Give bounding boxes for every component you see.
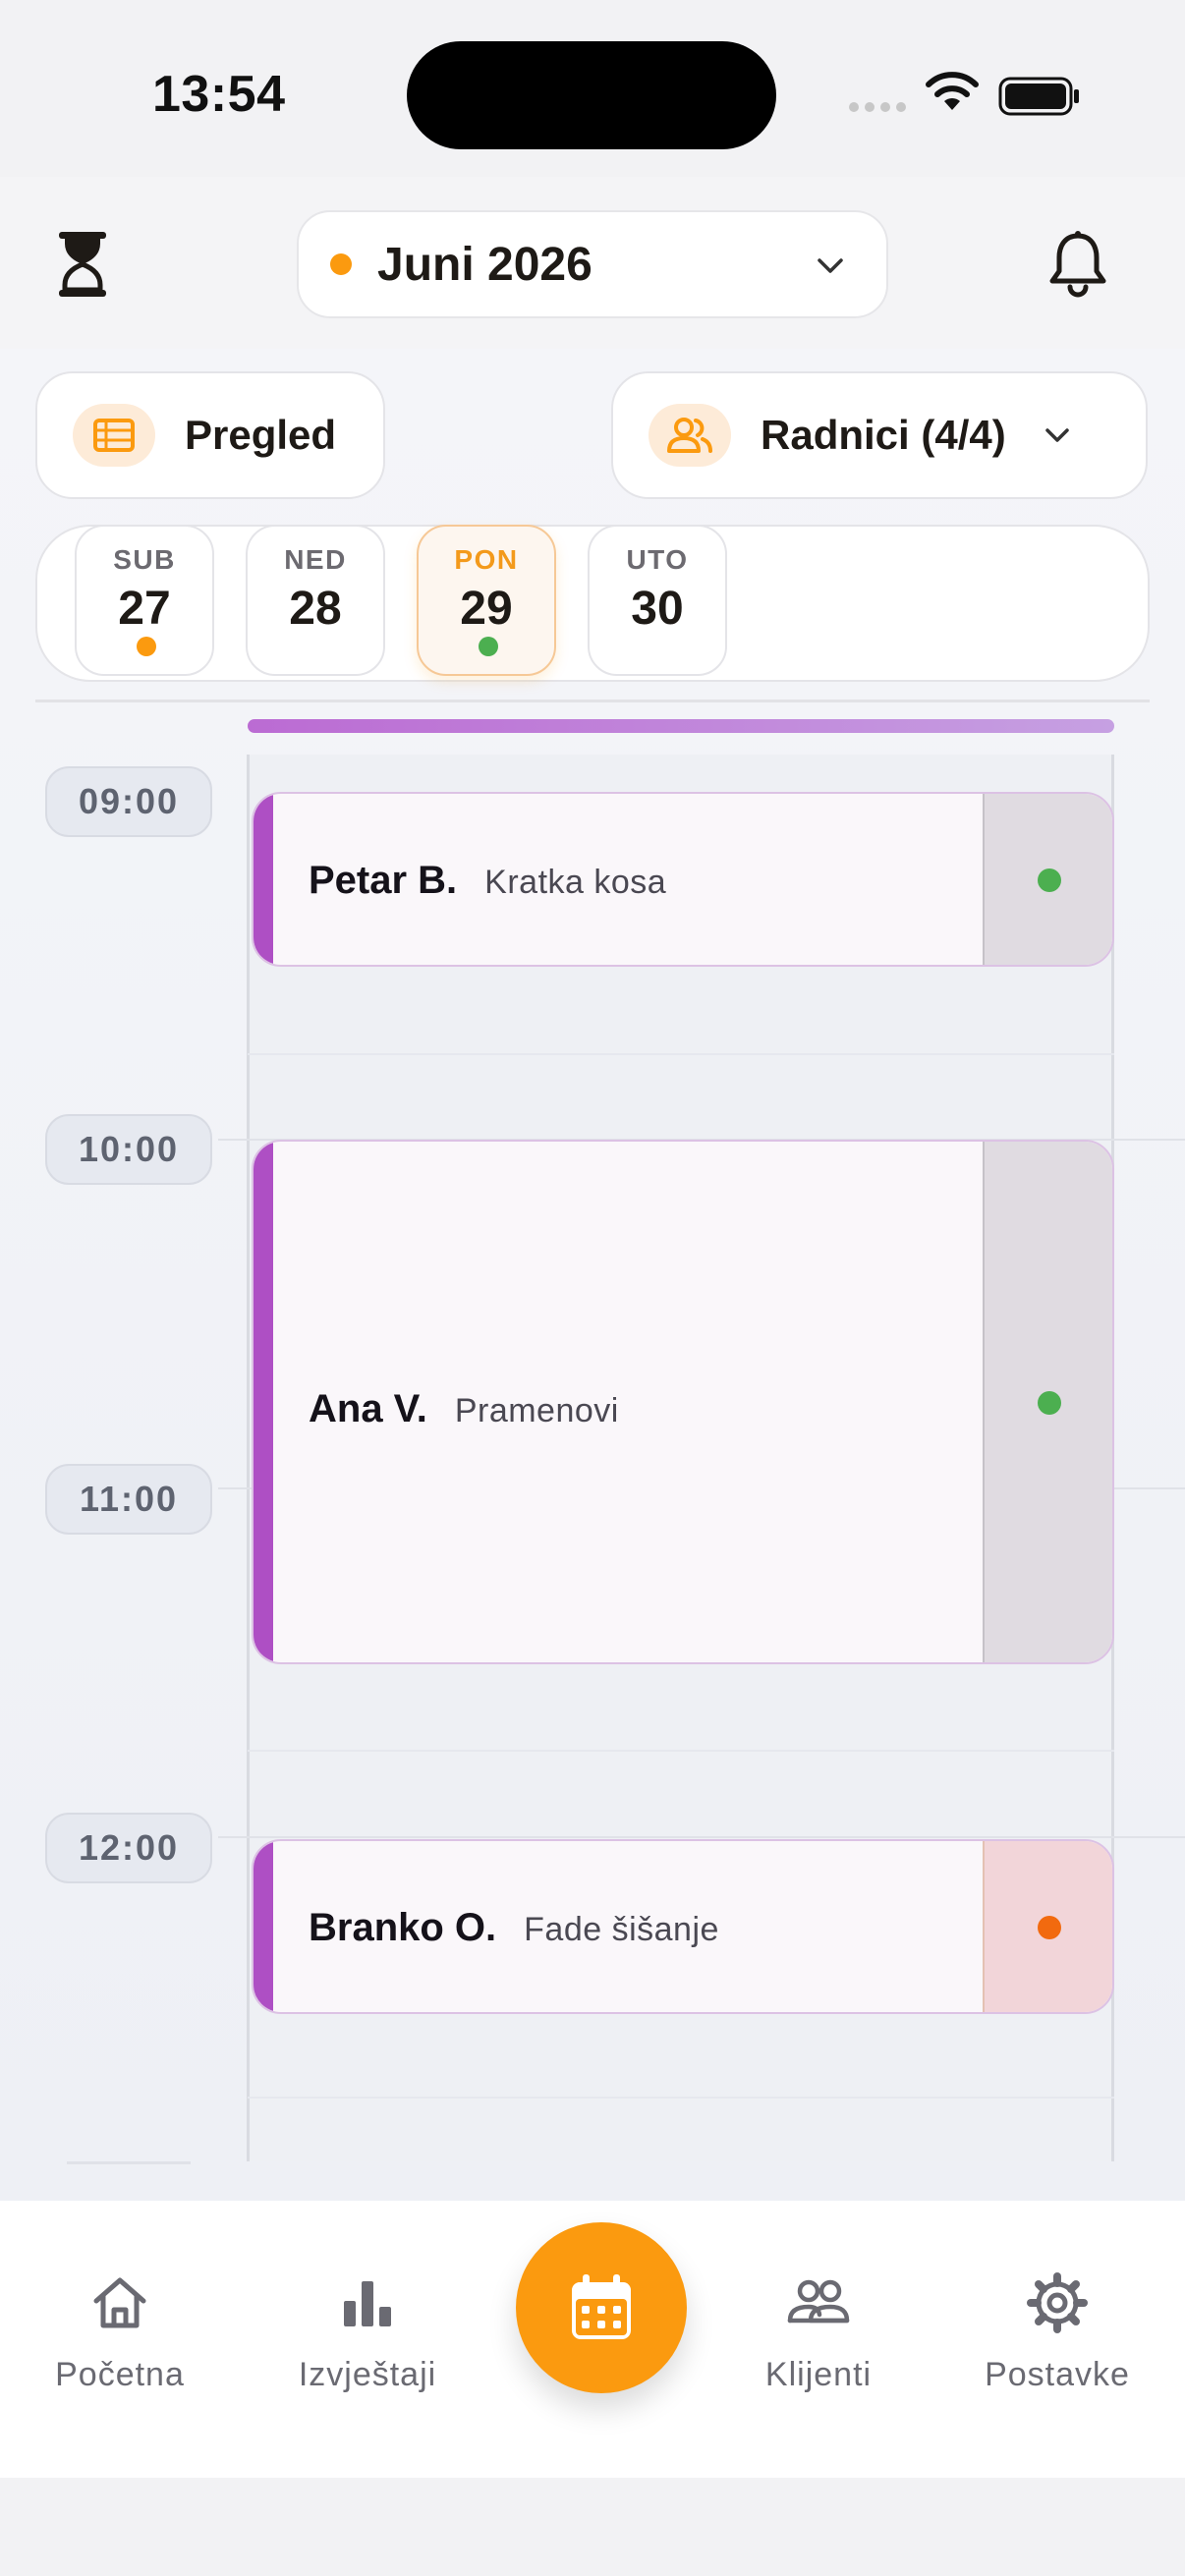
- workers-label: Radnici (4/4): [761, 412, 1006, 458]
- nav-clients-label: Klijenti: [764, 2356, 873, 2393]
- month-label: Juni 2026: [377, 238, 592, 291]
- day-number: 29: [460, 583, 513, 635]
- client-name: Petar B.: [309, 859, 458, 902]
- day-item-uto[interactable]: UTO 30: [588, 525, 727, 676]
- status-dot: [1038, 868, 1061, 892]
- day-of-week: PON: [454, 544, 519, 575]
- hourglass-icon[interactable]: [55, 230, 110, 299]
- hour-label: 12:00: [45, 1813, 212, 1883]
- day-of-week: SUB: [113, 544, 176, 575]
- worker-color-bar: [248, 719, 1114, 733]
- status-dot: [1038, 1916, 1061, 1939]
- nav-settings[interactable]: Postavke: [959, 2271, 1156, 2394]
- client-name: Ana V.: [309, 1387, 427, 1430]
- clients-icon: [787, 2279, 850, 2324]
- day-item-pon[interactable]: PON 29: [417, 525, 556, 676]
- nav-reports-label: Izvještaji: [298, 2356, 437, 2393]
- home-icon: [93, 2277, 146, 2328]
- nav-home[interactable]: Početna: [22, 2271, 218, 2394]
- appointment-card[interactable]: Branko O. Fade šišanje: [252, 1839, 1114, 2014]
- worker-color-stripe: [254, 1841, 273, 2012]
- timeline-left-border: [247, 755, 250, 2161]
- bar-chart-icon: [344, 2281, 391, 2326]
- service-name: Kratka kosa: [484, 864, 667, 901]
- list-icon: [73, 404, 155, 467]
- day-strip: SUB 27 NED 28 PON 29 UTO 30: [35, 525, 1150, 682]
- day-number: 27: [118, 583, 171, 635]
- day-number: 30: [631, 583, 684, 635]
- users-icon: [649, 404, 731, 467]
- calendar-icon: [572, 2274, 631, 2339]
- nav-home-label: Početna: [55, 2356, 185, 2393]
- hour-label: 09:00: [45, 766, 212, 837]
- status-panel[interactable]: [983, 1142, 1112, 1662]
- day-indicator-dot: [479, 637, 498, 656]
- appointment-card[interactable]: Petar B. Kratka kosa: [252, 792, 1114, 967]
- nav-clients[interactable]: Klijenti: [720, 2271, 917, 2394]
- dynamic-island: [407, 41, 776, 149]
- hour-gridline: [67, 2161, 191, 2164]
- worker-color-stripe: [254, 794, 273, 965]
- day-of-week: UTO: [626, 544, 689, 575]
- status-panel[interactable]: [983, 794, 1112, 965]
- month-status-dot: [330, 253, 352, 275]
- home-indicator-area: [0, 2478, 1185, 2576]
- workers-filter[interactable]: Radnici (4/4): [611, 371, 1148, 499]
- status-dot: [1038, 1391, 1061, 1415]
- chevron-down-icon: [1044, 428, 1069, 442]
- cellular-signal-icon: [849, 102, 906, 112]
- appointment-card[interactable]: Ana V. Pramenovi: [252, 1140, 1114, 1664]
- overview-label: Pregled: [185, 412, 337, 458]
- status-time: 13:54: [152, 66, 286, 123]
- day-of-week: NED: [284, 544, 347, 575]
- service-name: Fade šišanje: [524, 1911, 719, 1948]
- gear-icon: [1027, 2272, 1088, 2333]
- half-hour-gridline: [248, 1750, 1114, 1752]
- chevron-down-icon: [818, 258, 843, 273]
- divider: [35, 700, 1150, 702]
- bell-icon[interactable]: [1047, 230, 1108, 299]
- half-hour-gridline: [248, 1053, 1114, 1055]
- nav-reports[interactable]: Izvještaji: [269, 2271, 466, 2394]
- overview-button[interactable]: Pregled: [35, 371, 385, 499]
- month-selector[interactable]: Juni 2026: [297, 210, 888, 318]
- day-item-ned[interactable]: NED 28: [246, 525, 385, 676]
- half-hour-gridline: [248, 2097, 1114, 2099]
- status-panel[interactable]: [983, 1841, 1112, 2012]
- service-name: Pramenovi: [454, 1392, 619, 1429]
- day-item-sub[interactable]: SUB 27: [75, 525, 214, 676]
- wifi-icon: [926, 72, 979, 110]
- nav-settings-label: Postavke: [985, 2356, 1130, 2393]
- client-name: Branko O.: [309, 1906, 497, 1949]
- hour-label: 11:00: [45, 1464, 212, 1535]
- battery-icon: [998, 77, 1079, 116]
- calendar-button[interactable]: [516, 2222, 687, 2393]
- worker-color-stripe: [254, 1142, 273, 1662]
- day-indicator-dot: [137, 637, 156, 656]
- hour-label: 10:00: [45, 1114, 212, 1185]
- day-number: 28: [289, 583, 342, 635]
- hour-gridline: [218, 1836, 1185, 1838]
